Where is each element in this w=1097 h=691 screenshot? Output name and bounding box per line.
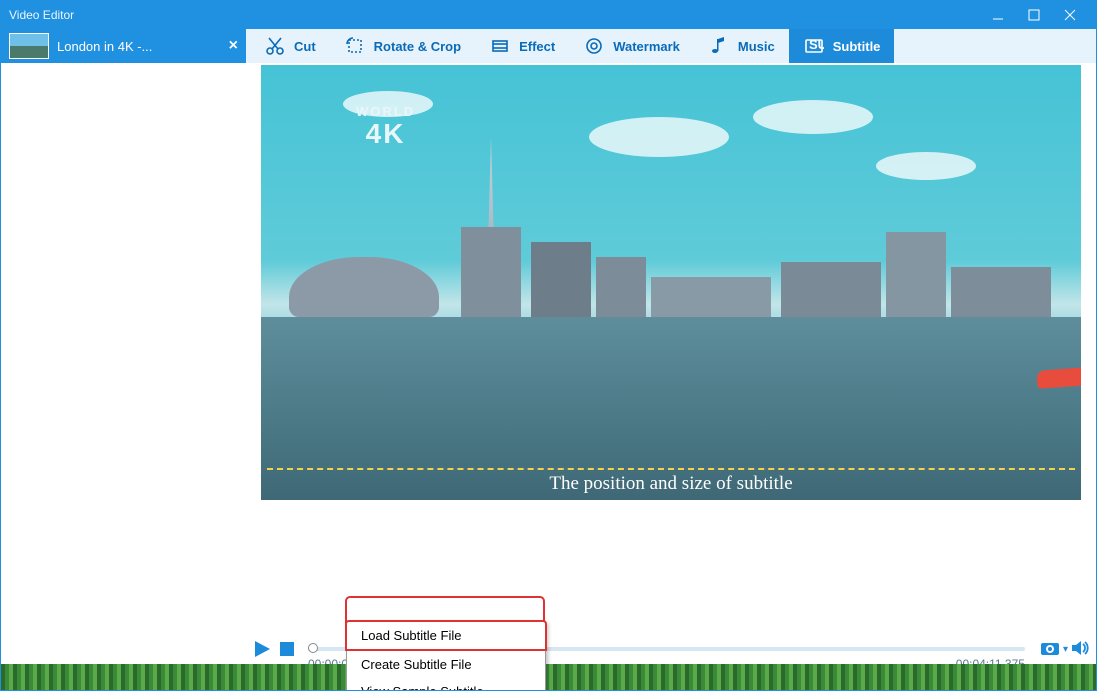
subtitle-placeholder-text: The position and size of subtitle (261, 473, 1081, 495)
titlebar: Video Editor (1, 1, 1096, 29)
menu-create-subtitle[interactable]: Create Subtitle File (347, 651, 545, 678)
app-window: Video Editor London in 4K -... × Cut (0, 0, 1097, 691)
effect-icon (489, 35, 511, 57)
subtitle-add-menu: Load Subtitle File Create Subtitle File … (346, 621, 546, 691)
crop-icon (344, 35, 366, 57)
close-button[interactable] (1052, 1, 1088, 29)
volume-icon[interactable] (1070, 638, 1090, 661)
tool-subtitle[interactable]: SUB Subtitle (789, 29, 895, 63)
preview-watermark: WORLD 4K (356, 105, 415, 148)
file-thumbnail (9, 33, 49, 59)
play-button[interactable] (252, 639, 272, 659)
minimize-button[interactable] (980, 1, 1016, 29)
snapshot-icon[interactable] (1039, 638, 1061, 661)
tool-watermark[interactable]: Watermark (569, 29, 694, 63)
music-icon (708, 35, 730, 57)
footer-decoration (1, 664, 1096, 690)
video-preview: WORLD 4K The position and size of subtit… (261, 65, 1081, 500)
scissors-icon (264, 35, 286, 57)
tab-close-icon[interactable]: × (229, 37, 238, 55)
menu-load-subtitle[interactable]: Load Subtitle File (345, 620, 547, 651)
tool-effect[interactable]: Effect (475, 29, 569, 63)
watermark-icon (583, 35, 605, 57)
svg-text:SUB: SUB (809, 37, 824, 52)
subtitle-guideline (267, 468, 1075, 470)
subtitle-icon: SUB (803, 35, 825, 57)
toolbar: Cut Rotate & Crop Effect Watermark Music (246, 29, 1096, 63)
titlebar-title: Video Editor (9, 8, 980, 22)
tool-music[interactable]: Music (694, 29, 789, 63)
file-tab[interactable]: London in 4K -... × (1, 29, 246, 63)
stop-button[interactable] (280, 642, 294, 656)
tool-cut[interactable]: Cut (250, 29, 330, 63)
menu-view-sample[interactable]: View Sample Subtitle (347, 678, 545, 691)
boat-graphic (1036, 367, 1081, 388)
sidebar: London in 4K -... × (1, 29, 246, 664)
tool-rotate-crop[interactable]: Rotate & Crop (330, 29, 475, 63)
file-tab-label: London in 4K -... (57, 39, 152, 54)
maximize-button[interactable] (1016, 1, 1052, 29)
seek-knob[interactable] (308, 643, 318, 653)
